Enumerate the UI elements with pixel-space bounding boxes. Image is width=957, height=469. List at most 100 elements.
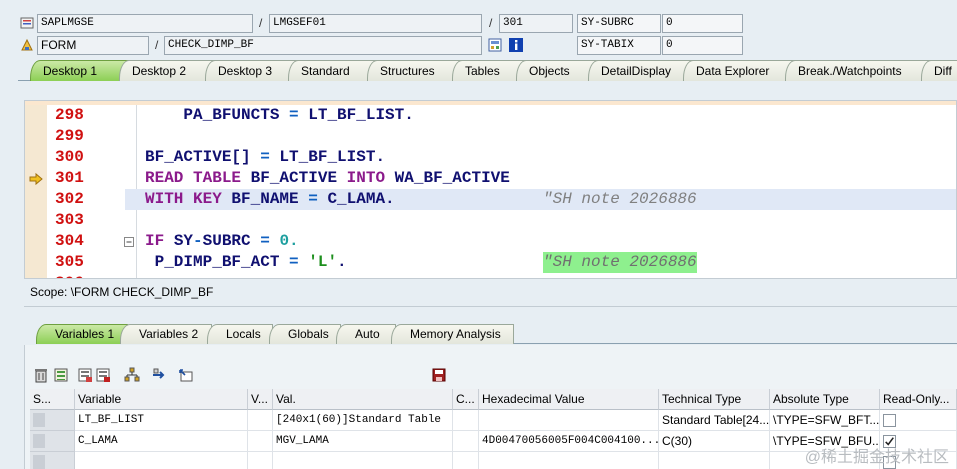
column-header-absolute-type[interactable]: Absolute Type <box>770 389 880 410</box>
code-line[interactable]: 303 <box>25 210 956 231</box>
code-token: LT_BF_LIST. <box>269 148 386 166</box>
sysvar-name-field-2[interactable]: SY-TABIX <box>577 36 661 55</box>
absolute-type-cell[interactable]: \TYPE=SFW_BFT... <box>770 410 880 431</box>
open-detail-icon[interactable] <box>178 367 194 383</box>
tab-auto[interactable]: Auto <box>336 324 396 344</box>
code-token: SY <box>173 232 194 250</box>
divider <box>24 306 957 307</box>
line-number: 302 <box>55 190 84 208</box>
variable-cell[interactable] <box>75 452 248 469</box>
desktop-tabstrip: Desktop 1 Desktop 2 Desktop 3 Standard S… <box>18 60 957 81</box>
code-token: SUBRC <box>202 232 261 250</box>
code-line[interactable]: 299 <box>25 126 956 147</box>
variable-cell[interactable]: C_LAMA <box>75 431 248 452</box>
navigate-icon[interactable] <box>151 367 167 383</box>
watermark: @稀土掘金技术社区 <box>804 449 949 466</box>
row-selector[interactable] <box>30 452 75 469</box>
hierarchy-icon[interactable] <box>124 367 140 383</box>
code-line[interactable]: 302 WITH KEY BF_NAME = C_LAMA. "SH note 20… <box>55 189 956 210</box>
display-object-icon[interactable] <box>488 38 502 52</box>
code-comment: "SH note 2026886 <box>543 252 697 273</box>
sysvar-value-field-1[interactable]: 0 <box>662 14 743 33</box>
program-field[interactable]: SAPLMGSE <box>37 14 253 33</box>
load-variables-icon[interactable] <box>77 367 93 383</box>
code-line[interactable]: 305 P_DIMP_BF_ACT = 'L'. "SH note 2026886 <box>25 252 956 273</box>
info-icon[interactable] <box>509 38 523 52</box>
include-field[interactable]: LMGSEF01 <box>269 14 482 33</box>
code-token: WITH KEY <box>145 190 232 208</box>
column-header-label: S... <box>33 392 52 406</box>
line-number-field[interactable]: 301 <box>499 14 573 33</box>
code-line[interactable]: 304 IF SY-SUBRC = 0. <box>25 231 956 252</box>
column-header-technical-type[interactable]: Technical Type <box>659 389 770 410</box>
code-line[interactable]: 298 PA_BFUNCTS = LT_BF_LIST. <box>25 105 956 126</box>
code-token: BF_ACTIVE[] <box>145 148 261 166</box>
code-line[interactable]: 300 BF_ACTIVE[] = LT_BF_LIST. <box>25 147 956 168</box>
save-icon[interactable] <box>431 367 447 383</box>
code-token: 'L' <box>298 253 338 271</box>
sysvar-value-field-2[interactable]: 0 <box>662 36 743 55</box>
event-name-field[interactable]: CHECK_DIMP_BF <box>164 36 482 55</box>
code-token: READ TABLE <box>145 169 251 187</box>
row-selector-box <box>33 455 45 469</box>
column-header-variable[interactable]: Variable <box>75 389 248 410</box>
column-header-hex[interactable]: Hexadecimal Value <box>479 389 659 410</box>
select-all-icon[interactable] <box>53 367 69 383</box>
row-selector[interactable] <box>30 431 75 452</box>
source-code-editor[interactable]: 298 PA_BFUNCTS = LT_BF_LIST. 299 300 BF_ACT… <box>24 100 957 279</box>
tab-standard[interactable]: Standard <box>288 60 378 81</box>
tab-memory-analysis[interactable]: Memory Analysis <box>391 324 514 344</box>
column-header-value[interactable]: Val. <box>273 389 453 410</box>
hex-value-cell[interactable] <box>479 410 659 431</box>
v-cell[interactable] <box>248 452 273 469</box>
code-token: = <box>308 190 318 208</box>
collapse-block-icon[interactable] <box>124 237 134 247</box>
tab-variables-1[interactable]: Variables 1 <box>36 324 128 344</box>
variable-cell[interactable]: LT_BF_LIST <box>75 410 248 431</box>
tab-data-explorer[interactable]: Data Explorer <box>683 60 798 81</box>
value-cell[interactable]: [240x1(60)]Standard Table <box>273 410 453 431</box>
line-number: 301 <box>55 169 84 187</box>
technical-type-cell[interactable] <box>659 452 770 469</box>
value-cell[interactable]: MGV_LAMA <box>273 431 453 452</box>
row-selector[interactable] <box>30 410 75 431</box>
c-cell[interactable] <box>453 431 479 452</box>
technical-type-cell[interactable]: Standard Table[24... <box>659 410 770 431</box>
tab-globals[interactable]: Globals <box>269 324 341 344</box>
column-header-s[interactable]: S... <box>30 389 75 410</box>
column-header-read-only[interactable]: Read-Only... <box>880 389 957 410</box>
separator: / <box>489 16 493 30</box>
event-type-field[interactable]: FORM <box>37 36 149 55</box>
tab-diff[interactable]: Diff <box>921 60 957 81</box>
code-line[interactable]: 306 ... <box>25 273 956 278</box>
hex-value-cell[interactable]: 4D00470056005F004C004100... <box>479 431 659 452</box>
delete-icon[interactable] <box>33 367 49 383</box>
line-number: 306 <box>55 273 115 278</box>
code-line[interactable]: 301 READ TABLE BF_ACTIVE INTO WA_BF_ACTIV… <box>25 168 956 189</box>
code-token: BF_ACTIVE <box>250 169 347 187</box>
sysvar-name-field-1[interactable]: SY-SUBRC <box>577 14 661 33</box>
hex-value-cell[interactable] <box>479 452 659 469</box>
v-cell[interactable] <box>248 410 273 431</box>
tab-break-watchpoints[interactable]: Break./Watchpoints <box>785 60 933 81</box>
tab-locals[interactable]: Locals <box>207 324 273 344</box>
save-variables-icon[interactable] <box>95 367 111 383</box>
code-comment: "SH note 2026886 <box>543 190 697 208</box>
scope-label: Scope: \FORM CHECK_DIMP_BF <box>30 285 214 299</box>
code-token: ... <box>145 274 184 278</box>
separator: / <box>155 38 159 52</box>
code-text: BF_ACTIVE[] = LT_BF_LIST. <box>145 147 385 168</box>
c-cell[interactable] <box>453 410 479 431</box>
column-header-v[interactable]: V... <box>248 389 273 410</box>
tab-variables-2[interactable]: Variables 2 <box>120 324 212 344</box>
tab-detail-display[interactable]: DetailDisplay <box>588 60 698 81</box>
technical-type-cell[interactable]: C(30) <box>659 431 770 452</box>
code-text: IF SY-SUBRC = 0. <box>145 231 299 252</box>
code-text: WITH KEY BF_NAME = C_LAMA. <box>145 189 395 210</box>
value-cell[interactable] <box>273 452 453 469</box>
c-cell[interactable] <box>453 452 479 469</box>
v-cell[interactable] <box>248 431 273 452</box>
read-only-checkbox[interactable] <box>883 414 896 427</box>
column-header-c[interactable]: C... <box>453 389 479 410</box>
code-token: 0. <box>269 232 299 250</box>
